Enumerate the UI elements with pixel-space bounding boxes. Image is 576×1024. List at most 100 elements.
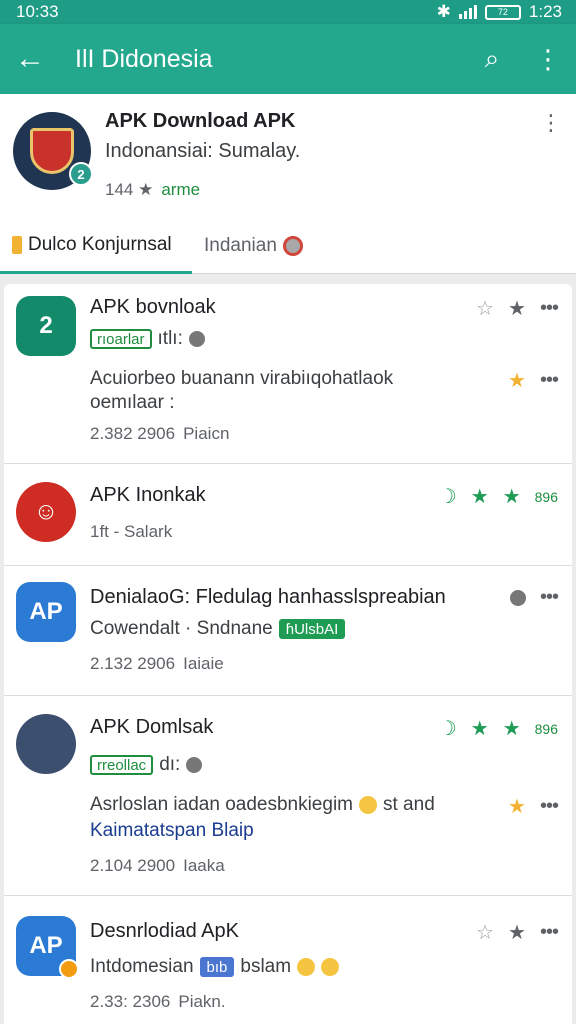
item-publisher: Iaaka (183, 856, 225, 875)
item-actions: ☽ ★ ★ 896 (439, 484, 558, 509)
item-desc-text: Asrloslan iadan oadesbnkiegim (90, 794, 353, 815)
item-title: APK Inonkak (90, 484, 206, 506)
item-meta: 2.104 2900 Iaaka (90, 856, 225, 876)
app-icon: 2 (16, 296, 76, 356)
item-title: APK Domlsak (90, 716, 214, 738)
star-half-icon[interactable]: ☽ (439, 484, 457, 509)
item-actions: ••• (509, 586, 559, 609)
more-icon[interactable]: ••• (540, 586, 559, 609)
item-title: Desnrlodiad ApK (90, 920, 239, 942)
star-icon[interactable]: ★ (471, 484, 489, 509)
app-icon: ☺ (16, 482, 76, 542)
item-desc-2: oemılaar : (90, 392, 175, 413)
tab-primary[interactable]: Dulco Konjurnsal (0, 218, 192, 274)
list-item[interactable]: ☺ APK Inonkak 1ft - Salark ☽ ★ ★ 896 (4, 464, 572, 566)
tab-primary-label: Dulco Konjurnsal (28, 233, 172, 255)
item-tags: rreollac dı: (90, 754, 203, 776)
list-item[interactable]: 2 APK bovnloak rıoarlar ıtlı: Acuiorbeo … (4, 284, 572, 464)
avatar-icon (16, 714, 76, 774)
item-actions-2: ★ ••• (508, 794, 559, 819)
item-chip-2: ıtlı: (157, 328, 183, 349)
star-icon[interactable]: ★ (508, 920, 526, 945)
item-desc-text: Intdomesian (90, 956, 194, 977)
app-list: 2 APK bovnloak rıoarlar ıtlı: Acuiorbeo … (4, 284, 572, 1024)
item-meta: 2.132 2906 Iaiaie (90, 654, 224, 674)
item-badge: bıb (199, 957, 235, 977)
item-downloads: 2.132 2906 (90, 654, 176, 673)
item-chip-2: dı: (159, 754, 181, 775)
emoji-icon (321, 958, 340, 976)
shield-icon (30, 128, 74, 174)
tab-bar: Dulco Konjurnsal Indanian (0, 218, 576, 274)
list-item[interactable]: APK Domlsak rreollac dı: Asrloslan iadan… (4, 696, 572, 896)
item-meta: 2.33: 2306 Piakn. (90, 992, 226, 1012)
app-meta: 144 ★ arme (105, 180, 200, 200)
avatar-icon (282, 236, 303, 256)
star-yellow-icon[interactable]: ★ (508, 794, 526, 819)
more-icon[interactable]: ••• (540, 369, 559, 392)
back-arrow-icon[interactable]: ← (0, 24, 60, 94)
item-publisher: Piakn. (178, 992, 226, 1011)
item-tags: rıoarlar ıtlı: (90, 328, 205, 350)
info-icon[interactable] (509, 589, 526, 606)
item-desc: Cowendalt · Sndnane ɦUlsbAI (90, 618, 346, 640)
star-icon[interactable]: ★ (503, 484, 521, 509)
rating-label: arme (161, 180, 201, 199)
list-item[interactable]: AP DenialaoG: Fledulag hanhasslspreabian… (4, 566, 572, 696)
star-outline-icon[interactable]: ☆ (476, 920, 494, 945)
info-icon (188, 331, 205, 347)
status-clock: 1:23 (528, 2, 562, 21)
item-desc-text: Cowendalt · Sndnane (90, 618, 273, 639)
star-yellow-icon[interactable]: ★ (508, 368, 526, 393)
rating-count: 144 ★ (105, 180, 154, 199)
bluetooth-icon: ✱ (436, 2, 451, 21)
app-bar-title: IlI Didonesia (75, 44, 213, 73)
badge-icon: 2 (69, 162, 93, 186)
item-actions: ☆ ★ ••• (476, 296, 559, 321)
star-icon[interactable]: ★ (503, 716, 521, 741)
item-chip: rreollac (90, 755, 154, 775)
info-icon (186, 757, 203, 773)
item-downloads: 2.33: 2306 (90, 992, 171, 1011)
folder-icon (12, 235, 22, 254)
search-icon[interactable]: ⌕ (464, 24, 520, 94)
more-vert-icon[interactable]: ⋮ (520, 24, 576, 94)
app-bar: ← IlI Didonesia ⌕ ⋮ (0, 24, 576, 94)
item-desc-after: bslam (240, 956, 292, 977)
item-actions: ☆ ★ ••• (476, 920, 559, 945)
emoji-icon (297, 958, 316, 976)
star-icon[interactable]: ★ (508, 296, 526, 321)
item-desc-after: st and (383, 794, 435, 815)
item-title: DenialaoG: Fledulag hanhasslspreabian (90, 586, 446, 608)
item-desc: Asrloslan iadan oadesbnkiegim st and (90, 794, 435, 816)
item-publisher: Piaicn (183, 424, 230, 443)
item-actions-2: ★ ••• (508, 368, 559, 393)
battery-icon: 72 (484, 4, 521, 20)
item-downloads: 2.382 2906 (90, 424, 176, 443)
item-rating: 896 (534, 488, 558, 505)
badge-icon (59, 959, 79, 979)
tab-secondary[interactable]: Indanian (192, 218, 315, 274)
star-icon[interactable]: ★ (471, 716, 489, 741)
item-title: APK bovnloak (90, 296, 216, 318)
item-chip: rıoarlar (90, 329, 152, 349)
item-rating: 896 (534, 720, 558, 737)
app-icon: AP (16, 916, 79, 979)
app-icon: AP (16, 582, 76, 642)
star-outline-icon[interactable]: ☆ (476, 296, 494, 321)
header-more-icon[interactable]: ⋮ (540, 110, 562, 136)
item-actions: ☽ ★ ★ 896 (439, 716, 558, 741)
tab-secondary-label: Indanian (204, 235, 277, 256)
list-item[interactable]: AP Desnrlodiad ApK Intdomesian bıb bslam… (4, 896, 572, 1024)
status-icons: ✱ 72 1:23 (437, 2, 562, 22)
more-icon[interactable]: ••• (540, 795, 559, 818)
app-subtitle: Indonansiai: Sumalay. (105, 140, 301, 162)
app-title: APK Download APK (105, 110, 296, 132)
more-icon[interactable]: ••• (540, 297, 559, 320)
status-bar: 10:33 ✱ 72 1:23 (0, 0, 576, 24)
item-meta: 1ft - Salark (90, 522, 172, 542)
more-icon[interactable]: ••• (540, 921, 559, 944)
item-desc-2: Kaimatatspan Blaip (90, 820, 254, 841)
emoji-icon (359, 796, 377, 814)
star-half-icon[interactable]: ☽ (439, 716, 457, 741)
